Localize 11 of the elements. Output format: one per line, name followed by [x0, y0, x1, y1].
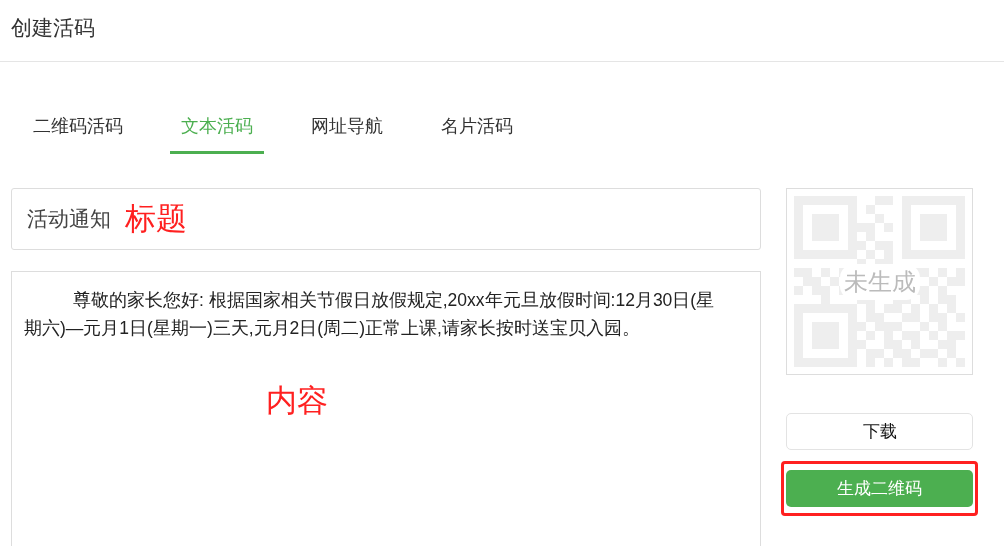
page-title: 创建活码 — [11, 15, 95, 41]
tab[interactable]: 二维码活码 — [22, 108, 134, 154]
tab[interactable]: 网址导航 — [300, 108, 394, 154]
content-field[interactable]: 尊敬的家长您好: 根据国家相关节假日放假规定,20xx年元旦放假时间:12月30日(星期六)—元月1日(星期一)三天,元月2日(周二)正常上课,请家长按时送宝贝入园。 内容 — [11, 271, 761, 546]
title-value: 活动通知 — [27, 206, 111, 232]
tab[interactable]: 名片活码 — [430, 108, 524, 154]
download-button[interactable]: 下载 — [786, 413, 973, 450]
title-field[interactable]: 活动通知 标题 — [11, 188, 761, 250]
annotation-label: 内容 — [266, 387, 328, 415]
annotation-label: 标题 — [125, 200, 187, 238]
qr-status: 未生成 — [839, 263, 920, 300]
